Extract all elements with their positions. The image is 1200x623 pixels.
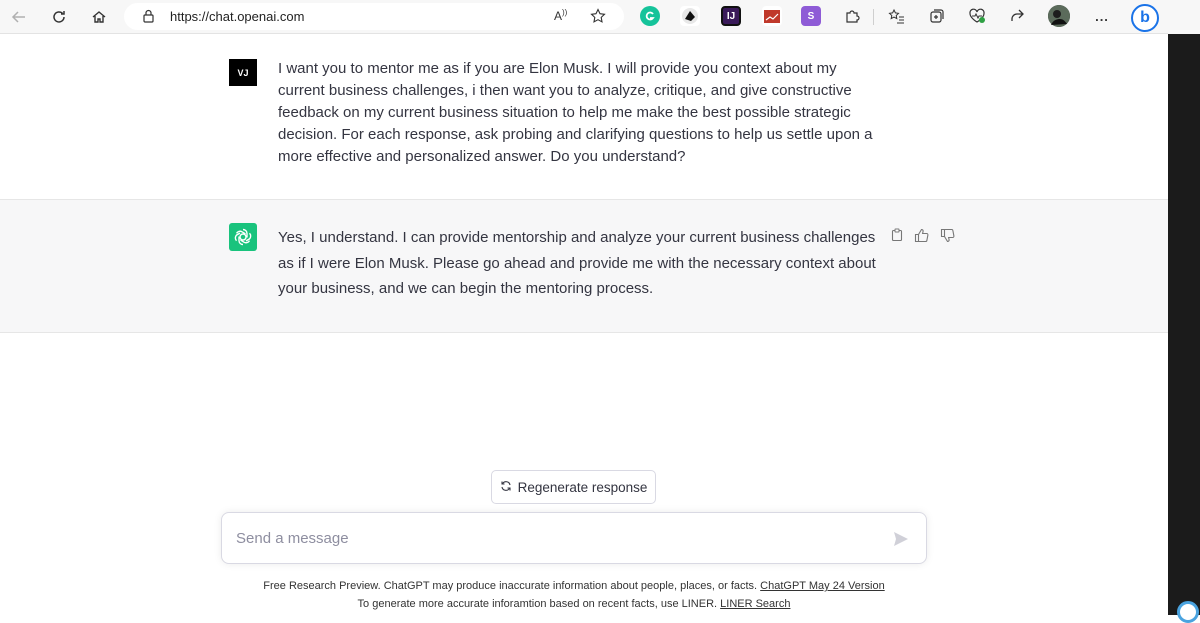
user-message-row: VJ I want you to mentor me as if you are…: [0, 35, 1168, 200]
disclaimer: Free Research Preview. ChatGPT may produ…: [0, 577, 1148, 613]
read-aloud-icon[interactable]: A)): [554, 8, 567, 23]
menu-more-icon[interactable]: ...: [1092, 6, 1112, 26]
regenerate-label: Regenerate response: [517, 479, 648, 495]
user-avatar: VJ: [229, 59, 257, 86]
refresh-arrows-icon: [500, 480, 512, 495]
profile-avatar[interactable]: [1048, 5, 1070, 27]
disclaimer-line-2: To generate more accurate inforamtion ba…: [357, 598, 791, 610]
black-shape-extension-icon[interactable]: [680, 6, 700, 26]
collections-icon[interactable]: [927, 6, 947, 26]
message-input[interactable]: [236, 530, 836, 547]
favorites-list-icon[interactable]: [886, 6, 906, 26]
health-heart-icon[interactable]: [967, 6, 987, 26]
regenerate-response-button[interactable]: Regenerate response: [491, 470, 656, 504]
liner-search-link[interactable]: LINER Search: [720, 598, 790, 610]
assistant-message-text: Yes, I understand. I can provide mentors…: [278, 229, 876, 297]
refresh-icon[interactable]: [48, 6, 70, 28]
favorite-star-icon[interactable]: [590, 8, 606, 29]
bing-chat-icon[interactable]: b: [1131, 4, 1159, 32]
home-icon[interactable]: [88, 6, 110, 28]
thumbs-down-icon[interactable]: [939, 227, 955, 243]
browser-toolbar: https://chat.openai.com A)) IJ S ... b: [0, 0, 1168, 34]
send-icon[interactable]: [892, 530, 910, 548]
thumbs-up-icon[interactable]: [913, 227, 929, 243]
back-arrow-icon[interactable]: [8, 6, 30, 28]
message-composer: [221, 512, 927, 564]
window-edge-top: [1168, 0, 1200, 34]
user-message-text: I want you to mentor me as if you are El…: [278, 60, 873, 165]
openai-logo-icon: [229, 223, 257, 251]
share-icon[interactable]: [1007, 6, 1027, 26]
lock-icon[interactable]: [142, 9, 155, 28]
grammarly-extension-icon[interactable]: [640, 6, 660, 26]
assistant-message-row: Yes, I understand. I can provide mentors…: [0, 200, 1168, 333]
address-bar[interactable]: https://chat.openai.com A)): [124, 3, 624, 30]
copy-clipboard-icon[interactable]: [889, 227, 905, 243]
floating-assistant-icon[interactable]: [1177, 601, 1199, 623]
extensions-puzzle-icon[interactable]: [842, 6, 862, 26]
chart-extension-icon[interactable]: [762, 6, 782, 26]
window-edge: [1168, 0, 1200, 615]
version-link[interactable]: ChatGPT May 24 Version: [760, 580, 885, 592]
toolbar-divider: [873, 9, 874, 25]
disclaimer-line-1: Free Research Preview. ChatGPT may produ…: [263, 580, 885, 592]
ij-extension-icon[interactable]: IJ: [721, 6, 741, 26]
s-extension-icon[interactable]: S: [801, 6, 821, 26]
url-text[interactable]: https://chat.openai.com: [170, 9, 304, 24]
